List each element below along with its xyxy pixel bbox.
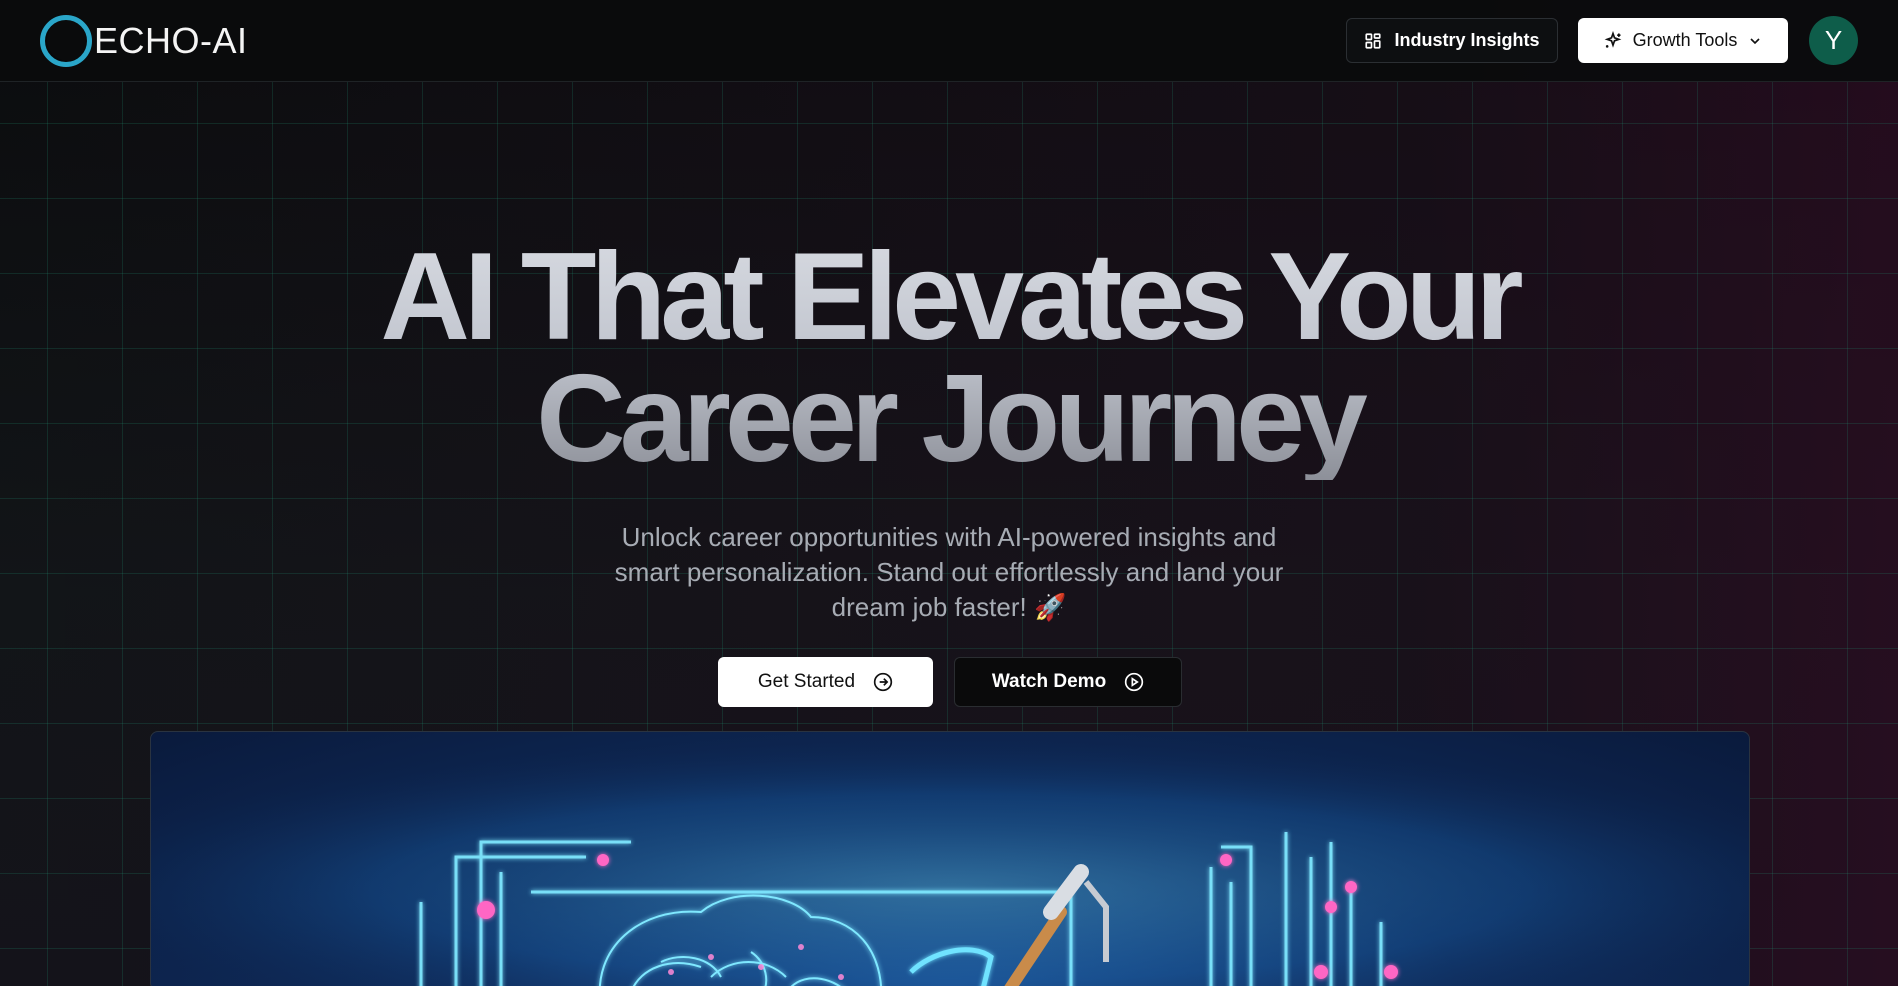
hero-title: AI That Elevates Your Career Journey (0, 236, 1898, 480)
industry-insights-button[interactable]: Industry Insights (1346, 18, 1558, 63)
layout-grid-icon (1365, 32, 1382, 49)
hero-subtitle-line-3: dream job faster! 🚀 (831, 592, 1067, 622)
growth-tools-dropdown[interactable]: Growth Tools (1578, 18, 1788, 63)
user-avatar[interactable]: Y (1809, 16, 1858, 65)
watch-demo-label: Watch Demo (991, 671, 1107, 692)
nav-actions: Industry Insights Growth Tools Y (1346, 16, 1858, 65)
ai-brain-circuit-illustration (151, 732, 1749, 986)
brand-logo[interactable]: ECHO-AI (40, 14, 248, 67)
hero-subtitle-line-2: smart personalization. Stand out effortl… (614, 557, 1284, 587)
top-navbar: ECHO-AI Industry Insights Growth Tools Y (0, 0, 1898, 82)
growth-tools-label: Growth Tools (1632, 30, 1738, 50)
chevron-down-icon (1750, 37, 1760, 44)
hero-subtitle-line-1: Unlock career opportunities with AI-powe… (621, 522, 1277, 552)
logo-ring-icon (40, 14, 92, 67)
industry-insights-label: Industry Insights (1394, 30, 1540, 50)
sparkles-icon (1604, 30, 1622, 48)
brand-name: ECHO-AI (94, 19, 248, 61)
watch-demo-button[interactable]: Watch Demo (954, 657, 1182, 707)
get-started-label: Get Started (757, 671, 856, 692)
hero-illustration (150, 731, 1750, 986)
arrow-right-circle-icon (873, 672, 893, 692)
hero-title-line-1: AI That Elevates Your (380, 228, 1518, 366)
hero-title-line-2: Career Journey (536, 350, 1362, 488)
get-started-button[interactable]: Get Started (718, 657, 933, 707)
hero-cta-group: Get Started Watch Demo (718, 657, 1182, 707)
hero-subtitle: Unlock career opportunities with AI-powe… (0, 520, 1898, 625)
play-circle-icon (1125, 672, 1144, 692)
